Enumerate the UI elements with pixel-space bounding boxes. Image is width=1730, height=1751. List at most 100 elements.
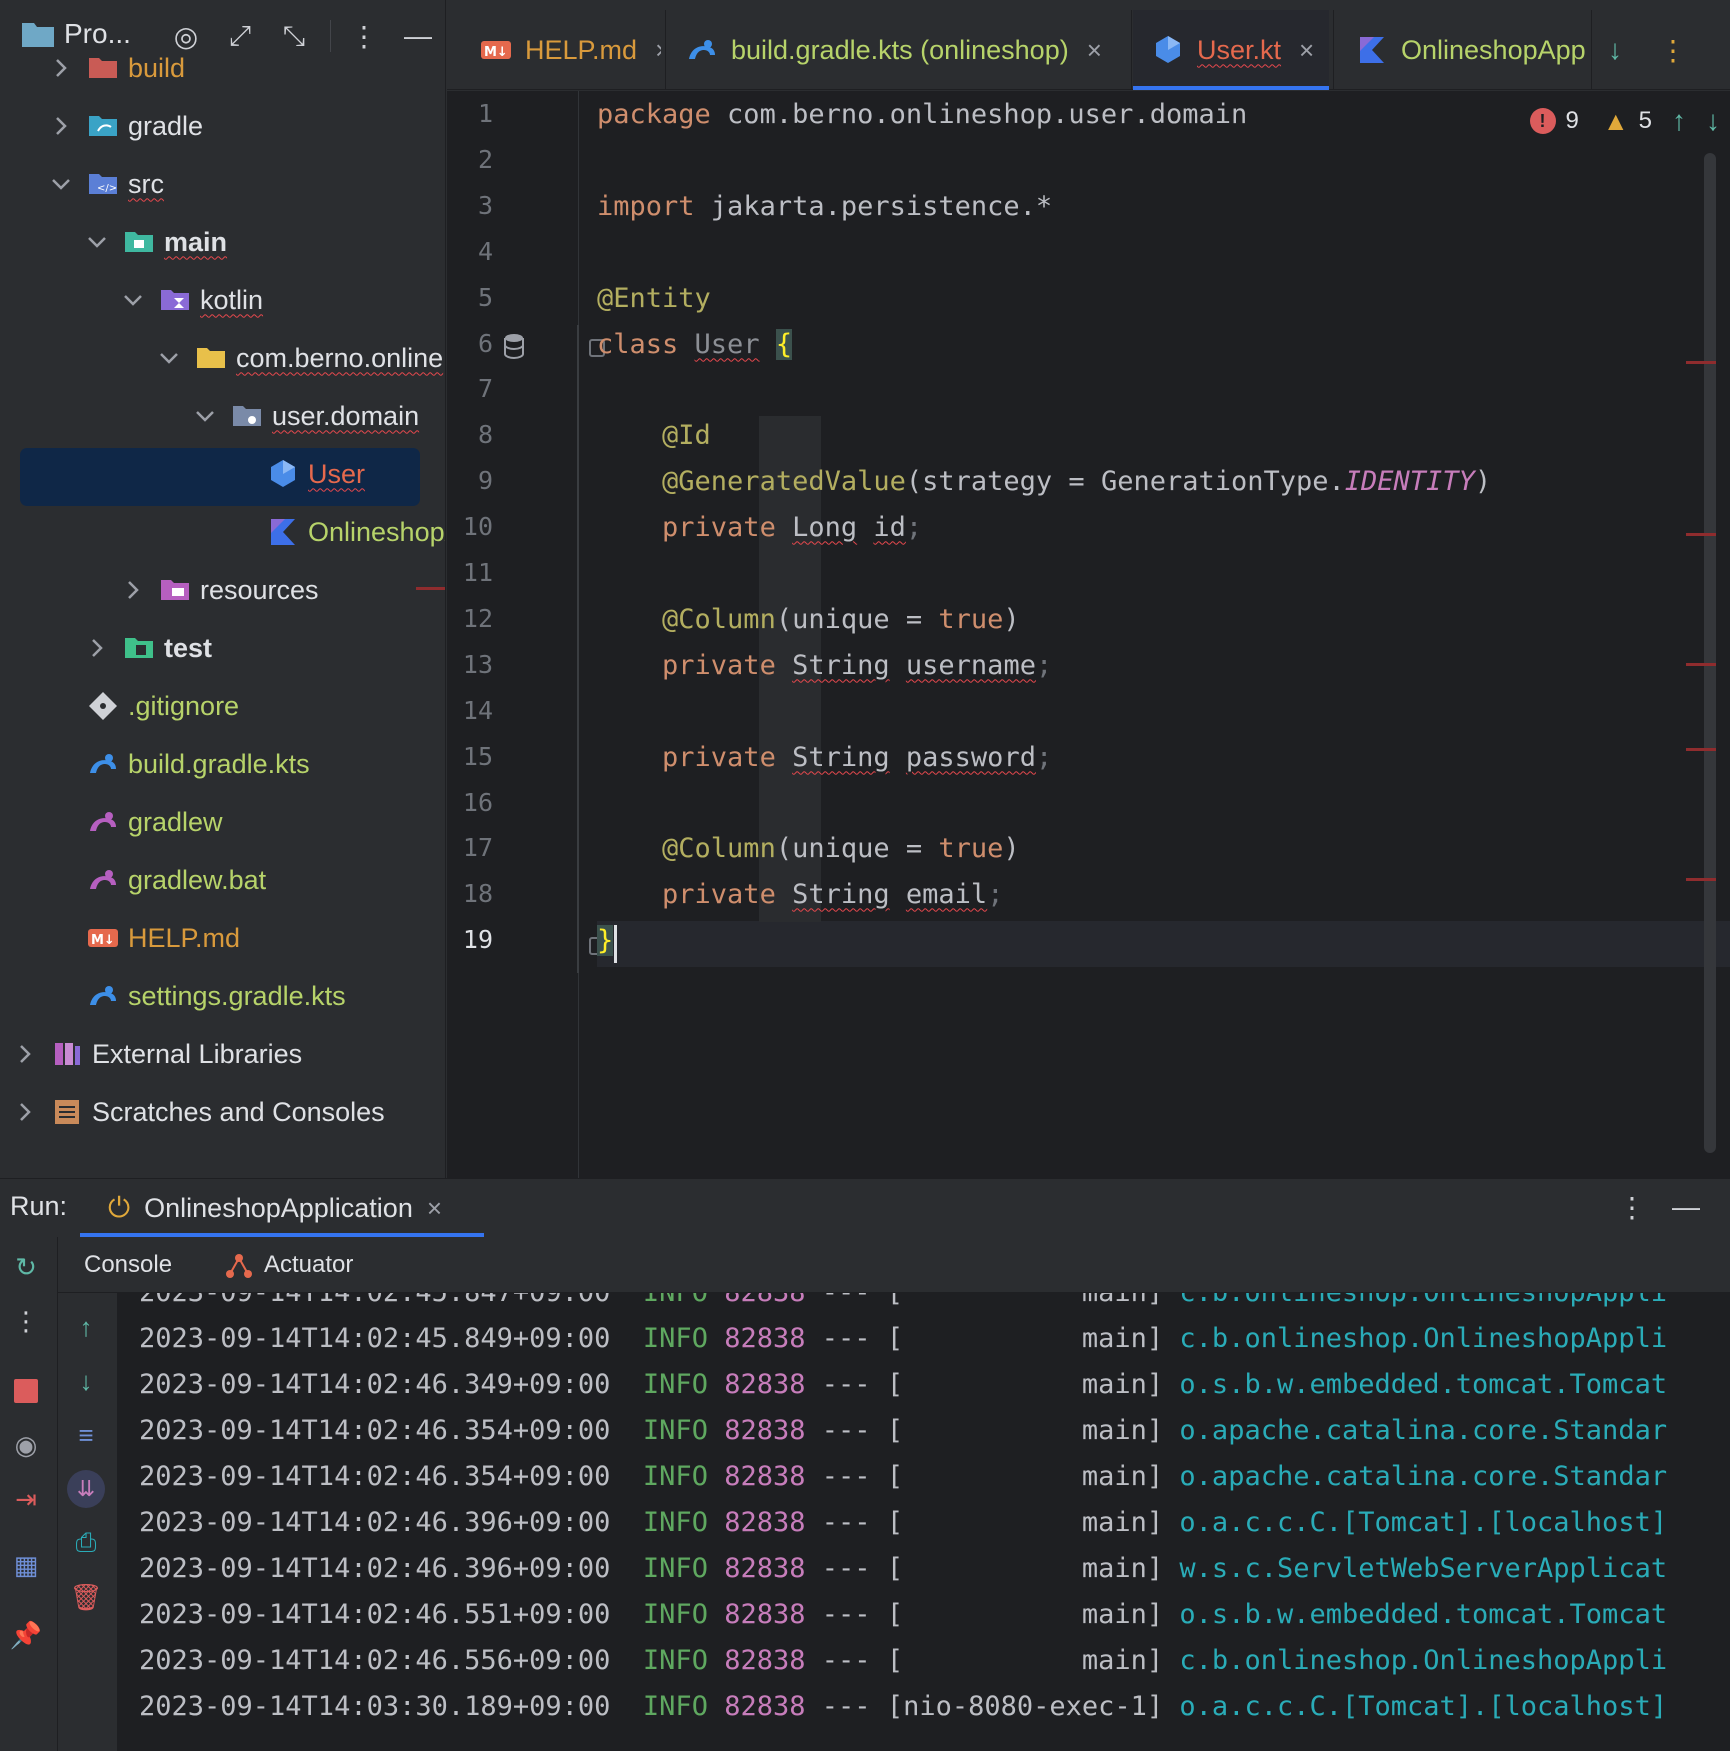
chevron-down-icon[interactable] bbox=[50, 173, 72, 195]
chevron-down-icon[interactable] bbox=[194, 405, 216, 427]
close-icon[interactable]: × bbox=[655, 35, 661, 66]
print-icon[interactable]: ⎙ bbox=[66, 1523, 106, 1563]
error-stripe-mark[interactable] bbox=[1686, 361, 1716, 364]
tree-item-build[interactable]: build bbox=[50, 40, 185, 96]
code-line[interactable]: private String email; bbox=[597, 871, 1003, 917]
chevron-right-icon[interactable] bbox=[14, 1043, 36, 1065]
close-icon[interactable]: × bbox=[1087, 35, 1102, 66]
error-stripe-mark[interactable] bbox=[1686, 663, 1716, 666]
tree-item-onlineshopapp[interactable]: OnlineshopApp bbox=[230, 504, 445, 560]
code-line[interactable]: @GeneratedValue (strategy = GenerationTyp… bbox=[597, 458, 1491, 504]
chevron-right-icon[interactable] bbox=[14, 1101, 36, 1123]
tree-item-main[interactable]: main bbox=[86, 214, 227, 270]
code-line[interactable]: @Column (unique = true) bbox=[597, 596, 1020, 642]
tree-item-gradlew[interactable]: gradlew bbox=[50, 794, 223, 850]
code-line[interactable]: @Column (unique = true) bbox=[597, 825, 1020, 871]
previous-highlight-icon[interactable]: ↑ bbox=[1672, 105, 1686, 137]
tree-item-build-gradle-kts[interactable]: build.gradle.kts bbox=[50, 736, 310, 792]
close-icon[interactable]: × bbox=[1299, 35, 1314, 66]
tab-overflow-down-icon[interactable]: ↓ bbox=[1597, 32, 1633, 68]
tree-item-src[interactable]: </> src bbox=[50, 156, 164, 212]
tree-item-kotlin[interactable]: kotlin bbox=[122, 272, 263, 328]
code-line[interactable]: class User { bbox=[597, 321, 793, 367]
tab-help-md[interactable]: M↓ HELP.md × bbox=[461, 10, 661, 90]
tree-item-user[interactable]: User bbox=[230, 446, 365, 502]
code-line[interactable]: @Id bbox=[597, 412, 711, 458]
tree-item-gradle[interactable]: gradle bbox=[50, 98, 203, 154]
chevron-down-icon[interactable] bbox=[122, 289, 144, 311]
chevron-right-icon[interactable] bbox=[122, 579, 144, 601]
inspection-widget[interactable]: ! 9 ▲ 5 ↑ ↓ bbox=[1529, 105, 1720, 137]
tree-item-gitignore[interactable]: .gitignore bbox=[50, 678, 239, 734]
code-line[interactable]: } bbox=[597, 917, 614, 963]
more-options-icon[interactable]: ⋮ bbox=[346, 18, 382, 54]
log-logger: o.apache.catalina.core.Standar bbox=[1179, 1460, 1668, 1492]
tree-item-user-domain[interactable]: user.domain bbox=[194, 388, 419, 444]
chevron-down-icon[interactable] bbox=[158, 347, 180, 369]
tree-item-label: kotlin bbox=[200, 284, 264, 315]
run-more-icon[interactable]: ⋮ bbox=[1614, 1189, 1650, 1225]
code-token: ; bbox=[1035, 649, 1053, 681]
log-ts: 2023-09-14T14:02:46.354+09:00 bbox=[139, 1460, 611, 1492]
close-icon[interactable]: × bbox=[427, 1193, 442, 1224]
code-line[interactable]: private Long id; bbox=[597, 504, 922, 550]
expand-all-icon[interactable]: ⤢ bbox=[222, 18, 258, 54]
tree-item-test[interactable]: test bbox=[86, 620, 212, 676]
tree-item-settings-gradle-kts[interactable]: settings.gradle.kts bbox=[50, 968, 346, 1024]
next-highlight-icon[interactable]: ↓ bbox=[1706, 105, 1720, 137]
run-config-tab[interactable]: ⏻ OnlineshopApplication × bbox=[80, 1179, 484, 1237]
chevron-right-icon[interactable] bbox=[50, 57, 72, 79]
clear-all-icon[interactable]: 🗑 bbox=[66, 1577, 106, 1617]
scroll-down-icon[interactable]: ↓ bbox=[66, 1361, 106, 1401]
collapse-all-icon[interactable]: ⤡ bbox=[276, 18, 312, 54]
tree-item-gradlew-bat[interactable]: gradlew.bat bbox=[50, 852, 266, 908]
tab-separator bbox=[1333, 10, 1334, 90]
code-area[interactable]: package com.berno.onlineshop.user.domain… bbox=[597, 91, 1730, 1178]
exit-icon[interactable]: ⇥ bbox=[6, 1479, 46, 1519]
code-token: private bbox=[662, 649, 776, 681]
hide-run-icon[interactable]: — bbox=[1668, 1189, 1704, 1225]
editor-scrollbar[interactable] bbox=[1704, 153, 1716, 1153]
chevron-right-icon[interactable] bbox=[86, 637, 108, 659]
line-number: 2 bbox=[477, 145, 493, 174]
scroll-to-end-icon[interactable]: ⇊ bbox=[66, 1469, 106, 1509]
tree-item-external-libraries[interactable]: External Libraries bbox=[14, 1026, 302, 1082]
error-stripe-mark[interactable] bbox=[1686, 878, 1716, 881]
code-line[interactable]: @Entity bbox=[597, 275, 711, 321]
scroll-up-icon[interactable]: ↑ bbox=[66, 1307, 106, 1347]
tab-build-gradle-kts-onlineshop[interactable]: build.gradle.kts (onlineshop) × bbox=[667, 10, 1127, 90]
console-actions-strip: ↑ ↓ ≡ ⇊ ⎙ 🗑 bbox=[58, 1293, 117, 1751]
chevron-right-icon[interactable] bbox=[50, 115, 72, 137]
chevron-down-icon[interactable] bbox=[86, 231, 108, 253]
layout-icon[interactable]: ▦ bbox=[6, 1545, 46, 1585]
stop-icon[interactable] bbox=[6, 1371, 46, 1411]
code-line[interactable]: private String username; bbox=[597, 642, 1052, 688]
tree-item-resources[interactable]: resources bbox=[122, 562, 319, 618]
hide-panel-icon[interactable]: — bbox=[400, 18, 436, 54]
tree-item-help-md[interactable]: M↓ HELP.md bbox=[50, 910, 240, 966]
gradle-purple-icon bbox=[86, 805, 120, 839]
rerun-icon[interactable]: ↻ bbox=[6, 1247, 46, 1287]
tab-onlineshopappli[interactable]: OnlineshopAppli bbox=[1337, 10, 1587, 90]
pin-icon[interactable]: 📌 bbox=[6, 1615, 46, 1655]
tab-user-kt[interactable]: User.kt × bbox=[1133, 10, 1329, 90]
code-line[interactable]: import jakarta.persistence.* bbox=[597, 183, 1052, 229]
log-logger: o.a.c.c.C.[Tomcat].[localhost] bbox=[1179, 1690, 1668, 1722]
code-editor[interactable]: 1 2 3 4 5 6 7 8 9 10 11 12 13 14 15 16 17 18 19 package co… bbox=[447, 91, 1730, 1178]
soft-wrap-icon[interactable]: ≡ bbox=[66, 1415, 106, 1455]
tree-item-scratches-and-consoles[interactable]: Scratches and Consoles bbox=[14, 1084, 385, 1140]
more-actions-icon[interactable]: ⋮ bbox=[6, 1301, 46, 1341]
error-stripe-mark[interactable] bbox=[1686, 533, 1716, 536]
tab-console[interactable]: Console bbox=[84, 1245, 172, 1285]
camera-icon[interactable]: ◉ bbox=[6, 1425, 46, 1465]
error-stripe-mark[interactable] bbox=[1686, 748, 1716, 751]
line-number: 5 bbox=[477, 283, 493, 312]
tab-more-icon[interactable]: ⋮ bbox=[1655, 32, 1691, 68]
power-icon: ⏻ bbox=[108, 1191, 131, 1223]
tab-actuator[interactable]: Actuator bbox=[224, 1245, 353, 1285]
code-line[interactable]: private String password; bbox=[597, 734, 1052, 780]
code-line[interactable]: package com.berno.onlineshop.user.domain bbox=[597, 91, 1247, 137]
database-icon[interactable] bbox=[503, 333, 525, 360]
tree-item-com-berno-online[interactable]: com.berno.online bbox=[158, 330, 443, 386]
console-output[interactable]: 2023-09-14T14:02:45.847+09:00 INFO 82838… bbox=[117, 1293, 1730, 1751]
